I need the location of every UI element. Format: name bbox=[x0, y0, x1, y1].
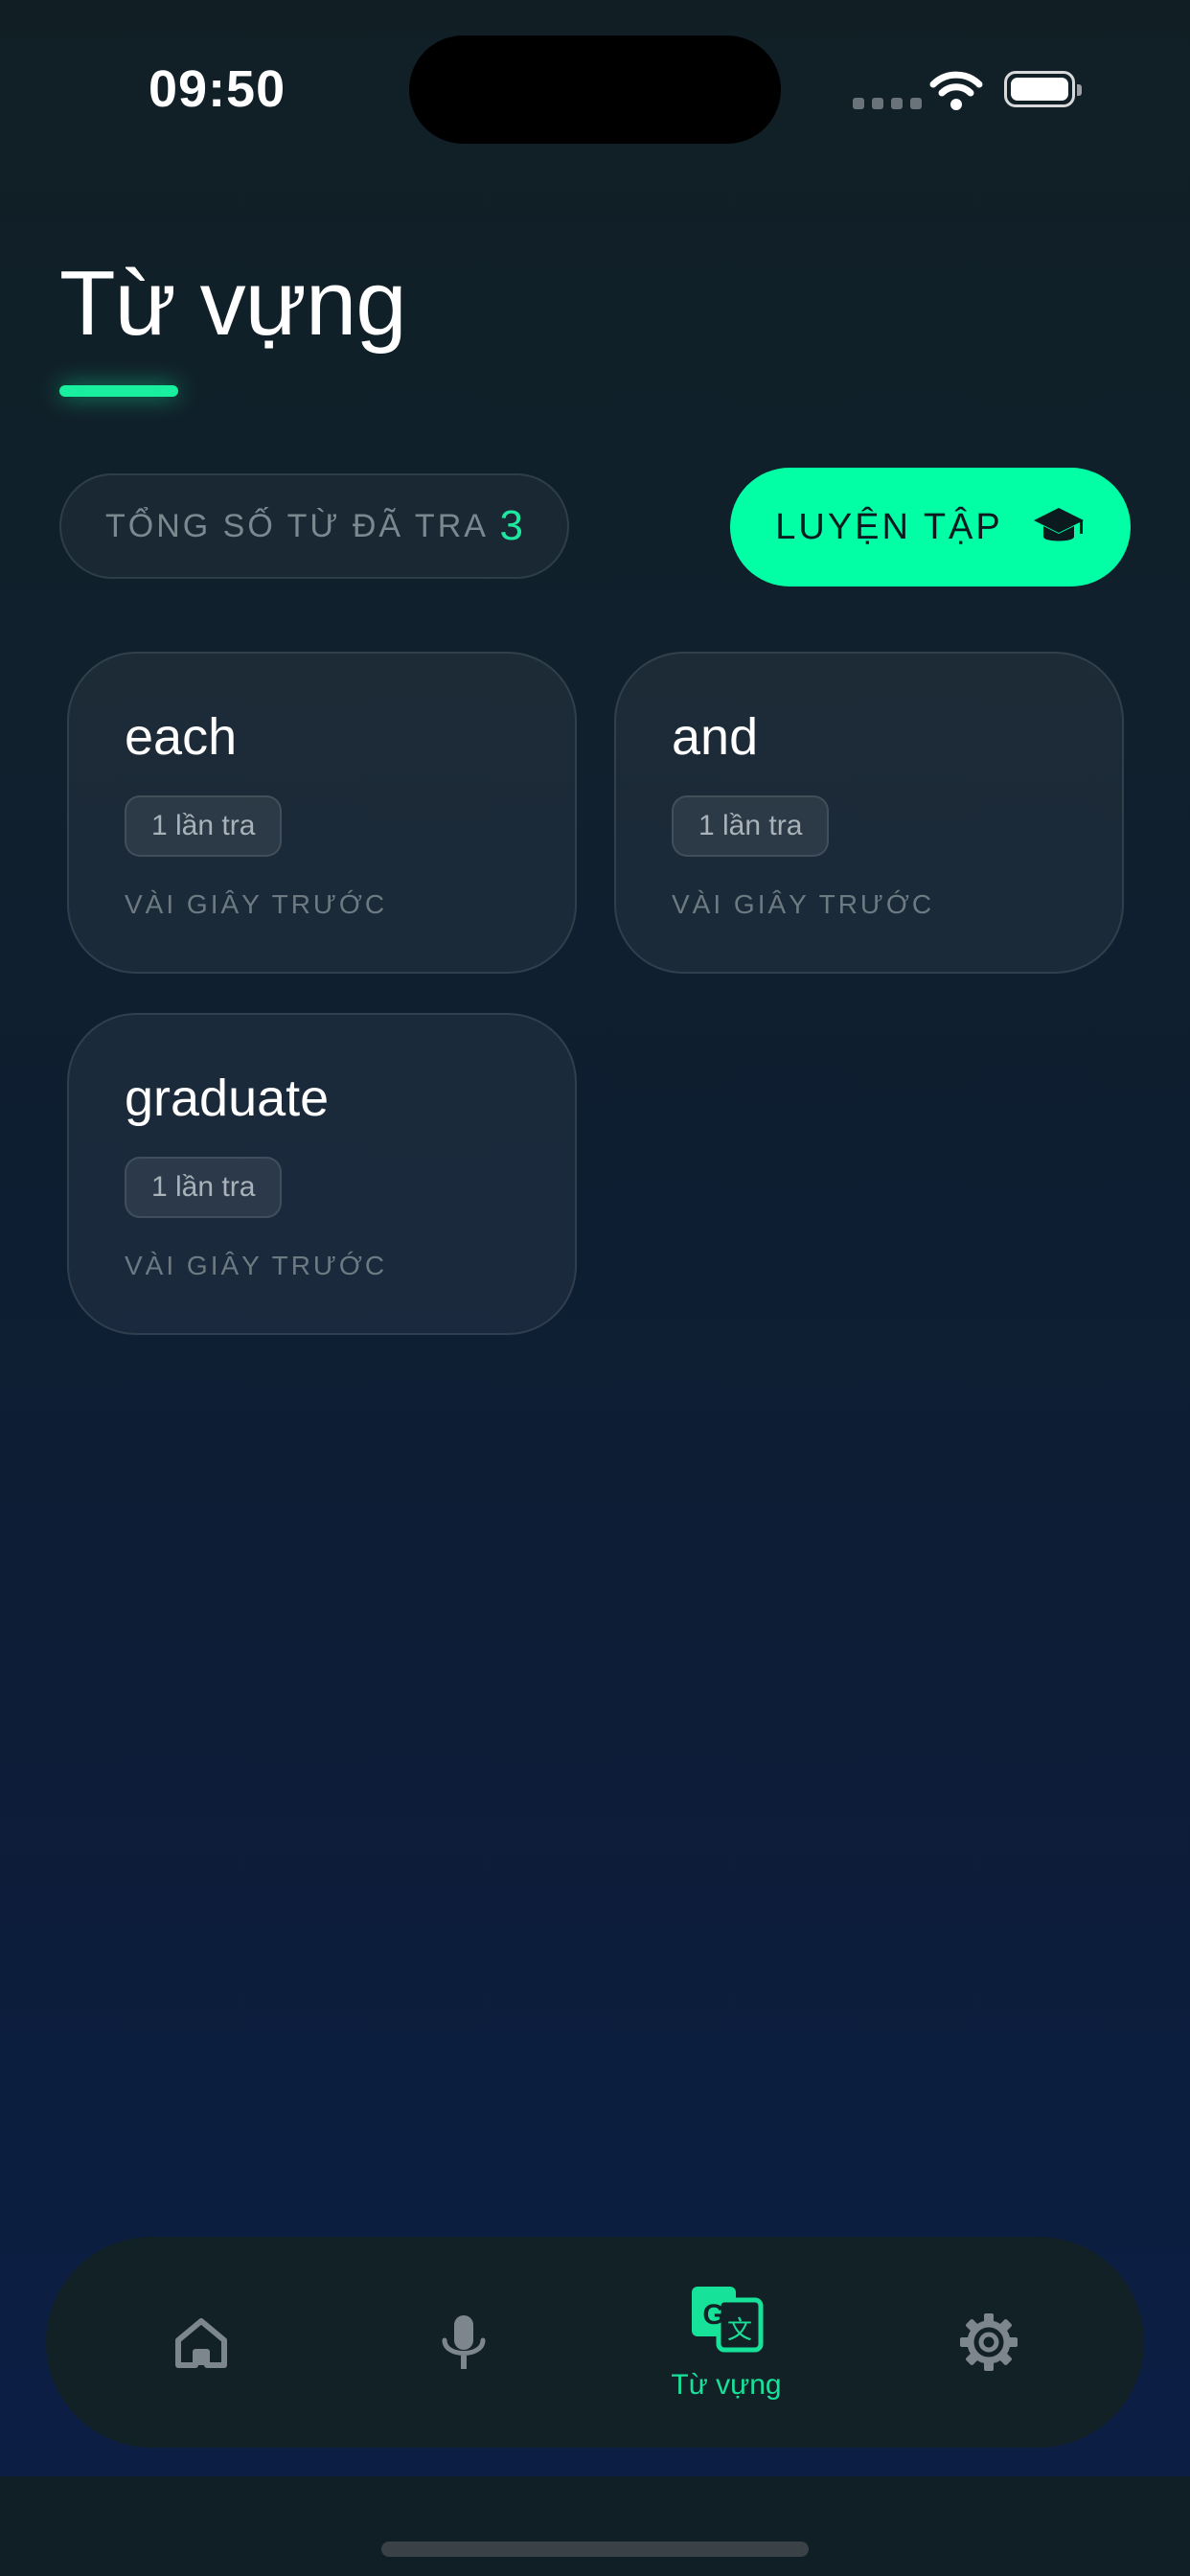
nav-record[interactable] bbox=[368, 2237, 560, 2448]
nav-vocabulary-label: Từ vựng bbox=[671, 2369, 782, 2401]
home-icon bbox=[175, 2318, 227, 2368]
word-card-graduate[interactable]: graduate 1 lần tra VÀI GIÂY TRƯỚC bbox=[67, 1013, 577, 1335]
card-timestamp: VÀI GIÂY TRƯỚC bbox=[125, 889, 388, 919]
lookup-count-badge: 1 lần tra bbox=[125, 795, 283, 857]
bottom-safe-area bbox=[0, 2476, 1190, 2576]
card-word: and bbox=[672, 708, 759, 766]
card-word: each bbox=[125, 708, 238, 766]
graduation-cap-icon bbox=[1033, 508, 1084, 541]
translate-icon: G 文 bbox=[692, 2287, 764, 2353]
nav-vocabulary[interactable]: G 文 Từ vựng bbox=[630, 2237, 822, 2448]
nav-home[interactable] bbox=[105, 2237, 297, 2448]
svg-text:文: 文 bbox=[727, 2316, 752, 2345]
card-word: graduate bbox=[125, 1070, 330, 1127]
microphone-icon bbox=[442, 2315, 486, 2369]
settings-gear-icon bbox=[960, 2313, 1018, 2371]
battery-icon bbox=[1004, 71, 1082, 107]
card-timestamp: VÀI GIÂY TRƯỚC bbox=[125, 1251, 388, 1280]
wifi-icon bbox=[929, 71, 983, 110]
card-timestamp: VÀI GIÂY TRƯỚC bbox=[672, 889, 935, 919]
total-words-count: 3 bbox=[499, 502, 523, 549]
practice-button[interactable]: LUYỆN TẬP bbox=[730, 468, 1131, 586]
page-title: Từ vựng bbox=[59, 252, 407, 355]
cellular-signal-icon bbox=[853, 98, 922, 109]
word-card-each[interactable]: each 1 lần tra VÀI GIÂY TRƯỚC bbox=[67, 652, 577, 974]
bottom-nav: G 文 Từ vựng bbox=[46, 2237, 1144, 2448]
lookup-count-badge: 1 lần tra bbox=[672, 795, 830, 857]
total-words-stat: TỔNG SỐ TỪ ĐÃ TRA 3 bbox=[59, 473, 569, 579]
total-words-label: TỔNG SỐ TỪ ĐÃ TRA bbox=[105, 507, 489, 544]
svg-text:G: G bbox=[702, 2299, 724, 2331]
practice-label: LUYỆN TẬP bbox=[775, 506, 1003, 547]
nav-settings[interactable] bbox=[893, 2237, 1085, 2448]
word-card-and[interactable]: and 1 lần tra VÀI GIÂY TRƯỚC bbox=[614, 652, 1124, 974]
home-indicator[interactable] bbox=[381, 2542, 809, 2557]
dynamic-island bbox=[409, 35, 781, 144]
title-underline bbox=[59, 385, 178, 397]
lookup-count-badge: 1 lần tra bbox=[125, 1157, 283, 1218]
status-time: 09:50 bbox=[149, 60, 286, 118]
